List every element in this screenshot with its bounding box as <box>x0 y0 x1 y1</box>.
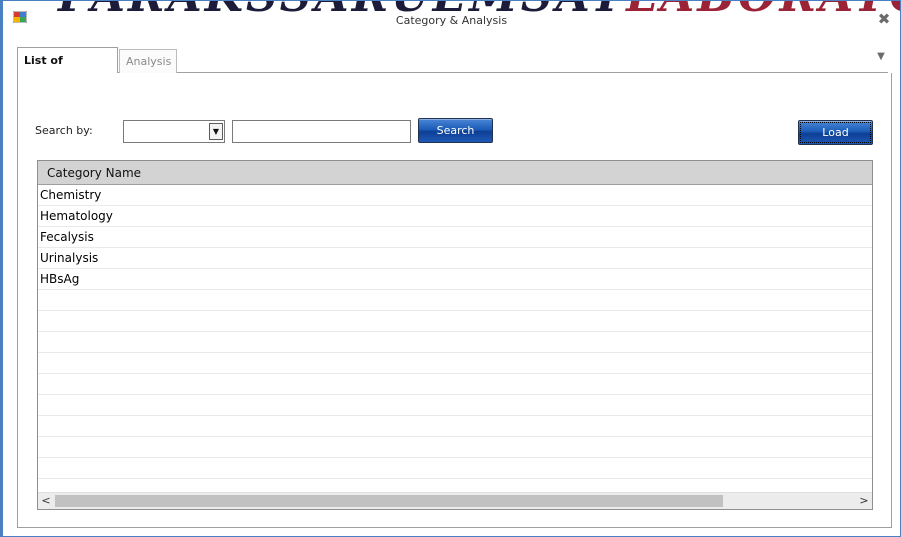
horizontal-scrollbar[interactable]: < > <box>38 492 872 509</box>
table-row[interactable]: Chemistry <box>38 185 872 206</box>
table-row[interactable] <box>38 353 872 374</box>
title-bar: PARAKSSARUEMSATLABORATORY Category & Ana… <box>3 1 900 41</box>
search-input[interactable] <box>232 120 411 143</box>
search-by-label: Search by: <box>35 124 93 137</box>
table-row[interactable] <box>38 374 872 395</box>
table-row[interactable] <box>38 332 872 353</box>
load-button[interactable]: Load <box>798 120 873 145</box>
window-title: Category & Analysis <box>395 14 508 27</box>
tab-dropdown-icon[interactable]: ▼ <box>874 51 888 63</box>
main-window: PARAKSSARUEMSATLABORATORY Category & Ana… <box>0 0 901 537</box>
table-row[interactable] <box>38 395 872 416</box>
scroll-left-icon[interactable]: < <box>38 493 54 509</box>
search-button[interactable]: Search <box>418 118 493 143</box>
table-row[interactable]: Fecalysis <box>38 227 872 248</box>
table-row[interactable]: Hematology <box>38 206 872 227</box>
table-row[interactable] <box>38 311 872 332</box>
combo-arrow-icon[interactable]: ▼ <box>209 123 223 140</box>
close-icon[interactable]: ✖ <box>876 11 892 27</box>
grid-header: Category Name <box>38 161 872 185</box>
table-row[interactable] <box>38 416 872 437</box>
scroll-thumb[interactable] <box>55 495 723 507</box>
table-row[interactable]: Urinalysis <box>38 248 872 269</box>
search-by-combobox[interactable]: ▼ <box>123 120 225 143</box>
table-row[interactable]: HBsAg <box>38 269 872 290</box>
table-row[interactable] <box>38 290 872 311</box>
category-grid[interactable]: Category Name Chemistry Hematology Fecal… <box>37 160 873 510</box>
column-header-category-name[interactable]: Category Name <box>47 166 141 180</box>
grid-rows: Chemistry Hematology Fecalysis Urinalysi… <box>38 185 872 500</box>
table-row[interactable] <box>38 437 872 458</box>
tab-strip: List of Category Analysis ▼ <box>17 47 888 93</box>
category-panel: Search by: ▼ Search Load Category Name C… <box>17 73 892 528</box>
table-row[interactable] <box>38 458 872 479</box>
tab-list-of-category[interactable]: List of Category <box>17 47 118 93</box>
tab-analysis[interactable]: Analysis <box>119 49 177 73</box>
scroll-right-icon[interactable]: > <box>856 493 872 509</box>
